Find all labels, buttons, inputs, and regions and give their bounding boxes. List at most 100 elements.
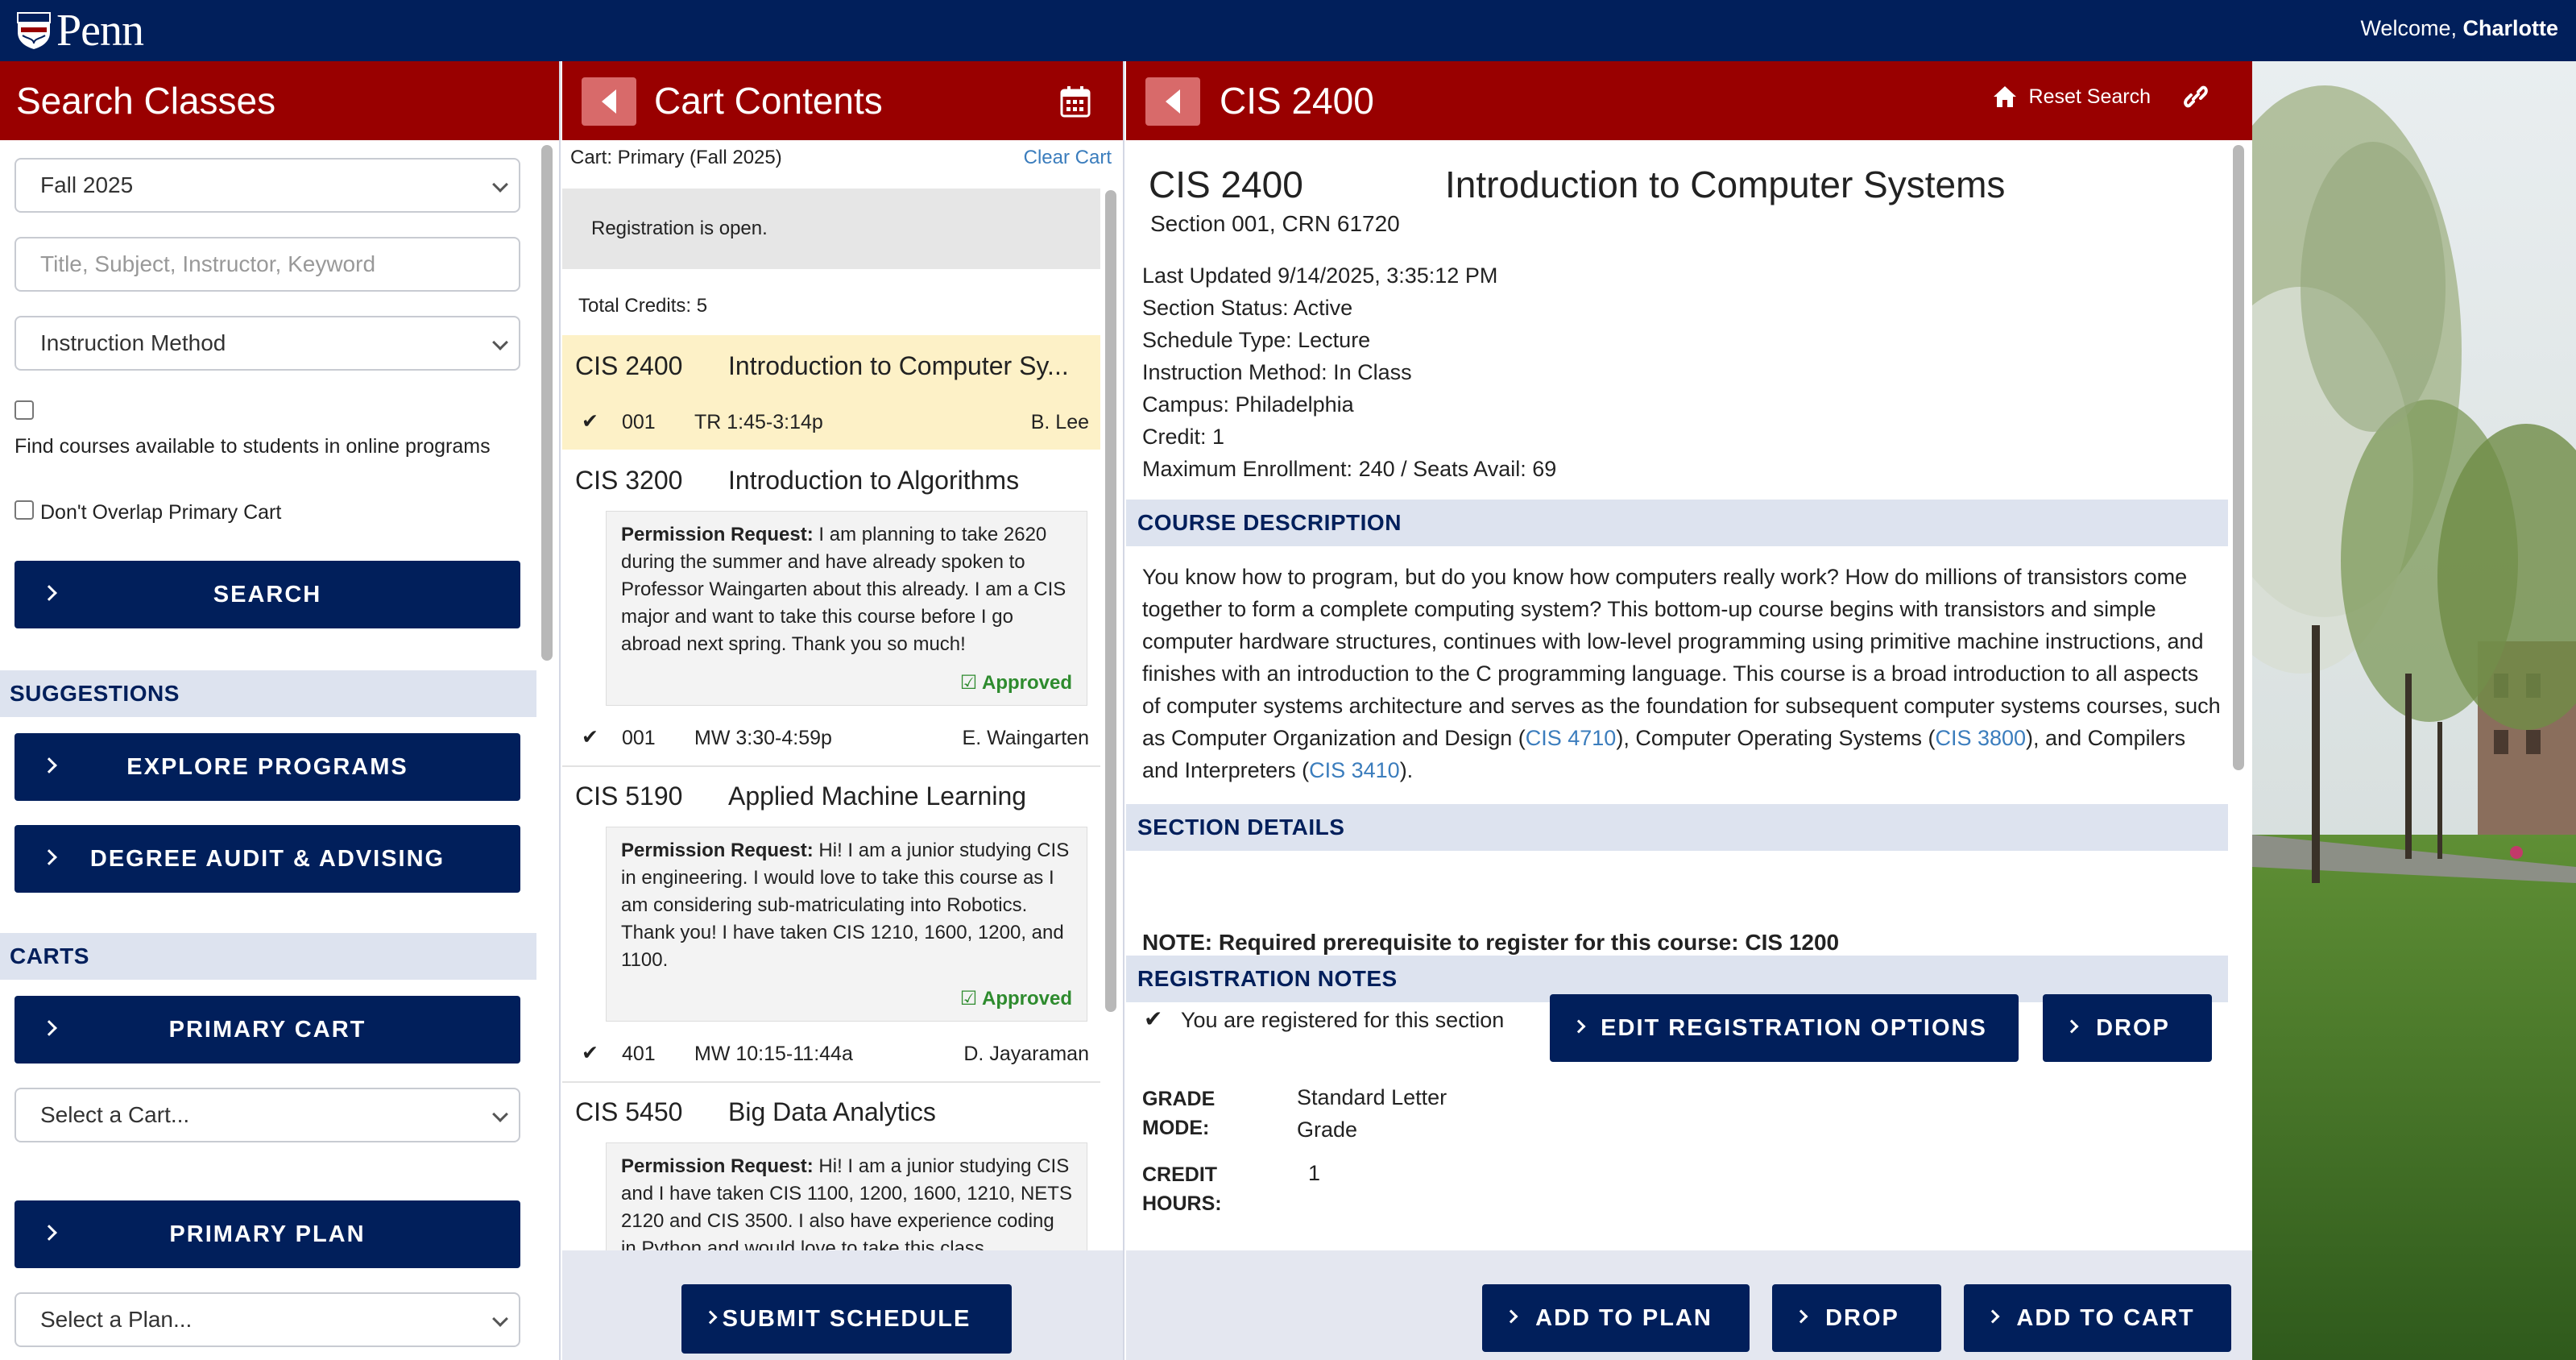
detail-panel-title: CIS 2400 xyxy=(1220,80,1374,122)
detail-panel-scrollbar[interactable] xyxy=(2233,145,2244,770)
submit-schedule-button[interactable]: SUBMIT SCHEDULE xyxy=(681,1284,1012,1354)
footer-drop-button[interactable]: DROP xyxy=(1772,1284,1941,1352)
edit-registration-options-button[interactable]: EDIT REGISTRATION OPTIONS xyxy=(1550,994,2019,1062)
course-description-header: COURSE DESCRIPTION xyxy=(1126,500,2228,546)
course-name: Big Data Analytics xyxy=(728,1097,936,1126)
search-panel-header: Search Classes xyxy=(0,61,559,140)
primary-plan-button[interactable]: PRIMARY PLAN xyxy=(14,1200,520,1268)
check-icon: ✔ xyxy=(582,1042,598,1064)
search-panel-scrollbar[interactable] xyxy=(541,145,553,661)
course-name: Applied Machine Learning xyxy=(728,782,1027,811)
cart-course-cis5450[interactable]: CIS 5450 Big Data Analytics Permission Re… xyxy=(562,1081,1100,1258)
checkbox-checked-icon: ☑ xyxy=(959,672,978,694)
add-to-cart-button[interactable]: ADD TO CART xyxy=(1964,1284,2231,1352)
chevron-right-icon xyxy=(1986,1309,2000,1324)
cis3410-link[interactable]: CIS 3410 xyxy=(1309,758,1400,782)
course-name: Introduction to Algorithms xyxy=(728,466,1020,495)
explore-programs-button[interactable]: EXPLORE PROGRAMS xyxy=(14,733,520,801)
add-to-plan-label: ADD TO PLAN xyxy=(1535,1304,1713,1331)
edit-registration-label: EDIT REGISTRATION OPTIONS xyxy=(1601,1014,1987,1041)
cart-info-bar: Cart: Primary (Fall 2025) Clear Cart xyxy=(562,140,1123,174)
grade-label-line1: GRADE xyxy=(1142,1088,1216,1110)
user-name[interactable]: Charlotte xyxy=(2462,16,2558,40)
course-meta: Last Updated 9/14/2025, 3:35:12 PM Secti… xyxy=(1142,259,1556,485)
chevron-right-icon xyxy=(2065,1019,2079,1034)
last-updated: Last Updated 9/14/2025, 3:35:12 PM xyxy=(1142,263,1498,288)
primary-cart-label: PRIMARY CART xyxy=(168,1016,367,1043)
course-code-heading: CIS 2400 xyxy=(1149,164,1303,205)
course-heading: CIS 2400 Introduction to Computer Sy... xyxy=(575,351,1069,381)
course-heading: CIS 3200 Introduction to Algorithms xyxy=(575,466,1019,495)
course-section-row[interactable]: ✔ 001 MW 3:30-4:59p E. Waingarten xyxy=(562,717,1100,757)
chevron-right-icon xyxy=(41,849,57,865)
grade-mode-value: Standard Letter Grade xyxy=(1297,1085,1447,1142)
cart-back-button[interactable] xyxy=(582,77,636,126)
online-programs-checkbox[interactable] xyxy=(14,400,34,420)
overlap-checkbox[interactable] xyxy=(14,500,34,520)
course-section-row[interactable]: ✔ 401 MW 10:15-11:44a D. Jayaraman xyxy=(562,1033,1100,1073)
detail-back-button[interactable] xyxy=(1145,77,1200,126)
chevron-right-icon xyxy=(703,1310,718,1325)
chevron-right-icon xyxy=(41,757,57,773)
section-time: TR 1:45-3:14p xyxy=(694,411,823,433)
course-code: CIS 3200 xyxy=(575,466,683,495)
chevron-right-icon xyxy=(41,1020,57,1036)
cart-panel-scrollbar[interactable] xyxy=(1105,190,1116,1012)
check-icon: ✔ xyxy=(582,726,598,748)
link-icon[interactable] xyxy=(2180,81,2212,113)
course-name: Introduction to Computer Sy... xyxy=(728,351,1069,380)
chevron-right-icon xyxy=(1794,1309,1808,1324)
add-to-plan-button[interactable]: ADD TO PLAN xyxy=(1482,1284,1750,1352)
calendar-icon[interactable] xyxy=(1060,85,1091,118)
cis3800-link[interactable]: CIS 3800 xyxy=(1935,726,2026,750)
penn-logo[interactable]: Penn xyxy=(16,8,144,53)
schedule-type: Schedule Type: Lecture xyxy=(1142,328,1371,352)
grade-label-line2: MODE: xyxy=(1142,1117,1210,1139)
degree-audit-button[interactable]: DEGREE AUDIT & ADVISING xyxy=(14,825,520,893)
clear-cart-link[interactable]: Clear Cart xyxy=(1024,147,1112,169)
permission-request-label: Permission Request: xyxy=(621,840,814,861)
chevron-right-icon xyxy=(1504,1309,1518,1324)
submit-schedule-label: SUBMIT SCHEDULE xyxy=(722,1305,971,1332)
course-description: You know how to program, but do you know… xyxy=(1142,561,2222,786)
cart-select[interactable]: Select a Cart... xyxy=(14,1088,520,1142)
footer-drop-label: DROP xyxy=(1825,1304,1899,1331)
campus-photo-image xyxy=(2252,61,2576,1360)
checkbox-checked-icon: ☑ xyxy=(959,988,978,1010)
course-section-row[interactable]: ✔ 001 TR 1:45-3:14p B. Lee xyxy=(562,401,1100,442)
cis4710-link[interactable]: CIS 4710 xyxy=(1526,726,1617,750)
plan-select[interactable]: Select a Plan... xyxy=(14,1292,520,1347)
cart-footer: SUBMIT SCHEDULE xyxy=(562,1250,1123,1360)
chevron-down-icon xyxy=(492,334,508,350)
search-panel: Search Classes Fall 2025 Title, Subject,… xyxy=(0,61,561,1360)
description-text-4: ). xyxy=(1399,758,1414,782)
keyword-placeholder: Title, Subject, Instructor, Keyword xyxy=(40,251,376,276)
instruction-method-select[interactable]: Instruction Method xyxy=(14,316,520,371)
search-button[interactable]: SEARCH xyxy=(14,561,520,628)
permission-request-box: Permission Request: I am planning to tak… xyxy=(606,511,1087,706)
credit-hours-value: 1 xyxy=(1308,1161,1321,1185)
reset-search-link[interactable]: Reset Search xyxy=(1992,81,2212,113)
explore-programs-label: EXPLORE PROGRAMS xyxy=(126,753,408,780)
cart-panel: Cart Contents Cart: Primary (Fall 2025) … xyxy=(562,61,1124,1360)
course-heading: CIS 5190 Applied Machine Learning xyxy=(575,782,1026,811)
back-arrow-icon xyxy=(1166,89,1180,114)
cart-course-cis5190[interactable]: CIS 5190 Applied Machine Learning Permiss… xyxy=(562,765,1100,1081)
section-time: MW 3:30-4:59p xyxy=(694,727,832,749)
term-select[interactable]: Fall 2025 xyxy=(14,158,520,213)
keyword-search-input[interactable]: Title, Subject, Instructor, Keyword xyxy=(14,237,520,292)
cart-label: Cart: Primary (Fall 2025) xyxy=(570,147,782,168)
course-code: CIS 2400 xyxy=(575,351,683,380)
description-text-2: ), Computer Operating Systems ( xyxy=(1616,726,1936,750)
instruction-method: Instruction Method: In Class xyxy=(1142,360,1412,384)
credit-hours-label: CREDIT HOURS: xyxy=(1142,1160,1222,1218)
plan-select-value: Select a Plan... xyxy=(40,1307,193,1332)
section-time: MW 10:15-11:44a xyxy=(694,1043,853,1065)
primary-cart-button[interactable]: PRIMARY CART xyxy=(14,996,520,1064)
cart-course-cis3200[interactable]: CIS 3200 Introduction to Algorithms Permi… xyxy=(562,450,1100,765)
cart-course-cis2400[interactable]: CIS 2400 Introduction to Computer Sy... ✔… xyxy=(562,335,1100,450)
detail-panel-header: CIS 2400 Reset Search xyxy=(1126,61,2252,140)
campus: Campus: Philadelphia xyxy=(1142,392,1354,417)
term-select-value: Fall 2025 xyxy=(40,172,134,197)
drop-button[interactable]: DROP xyxy=(2043,994,2212,1062)
